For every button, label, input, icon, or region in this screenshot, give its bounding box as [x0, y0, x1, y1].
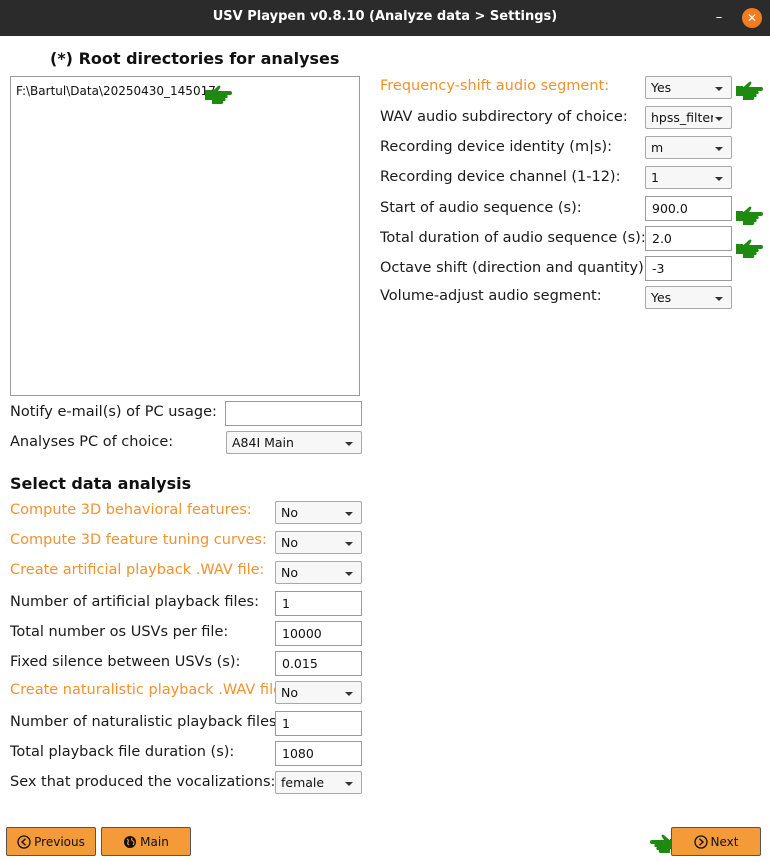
minimize-icon[interactable]: –: [713, 8, 725, 28]
chevron-down-icon: [715, 177, 723, 181]
pointing-hand-icon: [204, 84, 234, 104]
chevron-down-icon: [345, 512, 353, 516]
pointing-hand-icon: [735, 205, 765, 225]
device-channel-value: 1: [651, 170, 659, 185]
analyses-pc-label: Analyses PC of choice:: [10, 434, 174, 450]
device-identity-value: m: [651, 140, 664, 155]
chevron-down-icon: [715, 117, 723, 121]
root-directories-heading: (*) Root directories for analyses: [50, 49, 340, 68]
pointing-hand-icon: [735, 80, 765, 100]
compute-3d-tuning-value: No: [281, 535, 298, 550]
volume-adjust-value: Yes: [651, 290, 672, 305]
sex-vocalizations-select[interactable]: female: [275, 771, 362, 794]
create-naturalistic-wav-label: Create naturalistic playback .WAV file:: [10, 682, 287, 698]
wav-subdirectory-value: hpss_filtered: [651, 110, 713, 125]
fixed-silence-label: Fixed silence between USVs (s):: [10, 654, 241, 670]
total-usvs-label: Total number os USVs per file:: [10, 624, 229, 640]
octave-shift-input[interactable]: -3: [645, 256, 732, 281]
fixed-silence-input[interactable]: 0.015: [275, 651, 362, 676]
analyses-pc-value: A84I Main: [232, 435, 294, 450]
sex-vocalizations-value: female: [281, 775, 325, 790]
compute-3d-tuning-label: Compute 3D feature tuning curves:: [10, 532, 267, 548]
num-artificial-files-label: Number of artificial playback files:: [10, 594, 259, 610]
volume-adjust-select[interactable]: Yes: [645, 286, 732, 309]
chevron-down-icon: [345, 782, 353, 786]
compute-3d-tuning-select[interactable]: No: [275, 531, 362, 554]
root-directories-list[interactable]: F:\Bartul\Data\20250430_145017: [10, 76, 360, 396]
compute-3d-features-value: No: [281, 505, 298, 520]
device-identity-select[interactable]: m: [645, 136, 732, 159]
select-analysis-heading: Select data analysis: [10, 474, 192, 493]
device-channel-select[interactable]: 1: [645, 166, 732, 189]
create-artificial-wav-select[interactable]: No: [275, 561, 362, 584]
octave-shift-label: Octave shift (direction and quantity):: [380, 260, 649, 276]
num-naturalistic-files-label: Number of naturalistic playback files:: [10, 714, 282, 730]
compute-3d-features-select[interactable]: No: [275, 501, 362, 524]
pointing-hand-icon: [735, 238, 765, 258]
globe-icon: [124, 835, 137, 848]
create-artificial-wav-value: No: [281, 565, 298, 580]
window-title: USV Playpen v0.8.10 (Analyze data > Sett…: [212, 9, 558, 24]
sex-vocalizations-label: Sex that produced the vocalizations:: [10, 774, 276, 790]
notify-email-input[interactable]: [225, 401, 362, 426]
start-sequence-label: Start of audio sequence (s):: [380, 200, 582, 216]
circle-right-arrow-icon: [693, 834, 708, 849]
total-duration-label: Total duration of audio sequence (s):: [380, 230, 646, 246]
compute-3d-features-label: Compute 3D behavioral features:: [10, 502, 252, 518]
chevron-down-icon: [715, 297, 723, 301]
previous-button-label: Previous: [34, 834, 85, 849]
chevron-down-icon: [345, 442, 353, 446]
title-bar: USV Playpen v0.8.10 (Analyze data > Sett…: [0, 0, 770, 36]
wav-subdirectory-label: WAV audio subdirectory of choice:: [380, 109, 628, 125]
close-icon[interactable]: ✕: [742, 8, 762, 28]
chevron-down-icon: [345, 692, 353, 696]
num-naturalistic-files-input[interactable]: 1: [275, 711, 362, 736]
frequency-shift-label: Frequency-shift audio segment:: [380, 78, 610, 94]
create-artificial-wav-label: Create artificial playback .WAV file:: [10, 562, 265, 578]
device-channel-label: Recording device channel (1-12):: [380, 169, 621, 185]
volume-adjust-label: Volume-adjust audio segment:: [380, 288, 602, 304]
chevron-down-icon: [345, 572, 353, 576]
total-playback-duration-label: Total playback file duration (s):: [10, 744, 235, 760]
notify-email-label: Notify e-mail(s) of PC usage:: [10, 404, 217, 420]
analyses-pc-select[interactable]: A84I Main: [226, 431, 362, 454]
previous-button[interactable]: Previous: [6, 827, 96, 856]
create-naturalistic-wav-value: No: [281, 685, 298, 700]
wav-subdirectory-select[interactable]: hpss_filtered: [645, 106, 732, 129]
total-playback-duration-input[interactable]: 1080: [275, 741, 362, 766]
chevron-down-icon: [715, 87, 723, 91]
num-artificial-files-input[interactable]: 1: [275, 591, 362, 616]
circle-left-arrow-icon: [17, 834, 31, 849]
device-identity-label: Recording device identity (m|s):: [380, 139, 613, 155]
chevron-down-icon: [345, 542, 353, 546]
frequency-shift-select[interactable]: Yes: [645, 76, 732, 99]
chevron-down-icon: [715, 147, 723, 151]
total-usvs-input[interactable]: 10000: [275, 621, 362, 646]
next-button-label: Next: [710, 834, 739, 849]
main-button-label: Main: [140, 834, 169, 849]
start-sequence-input[interactable]: 900.0: [645, 196, 732, 221]
total-duration-input[interactable]: 2.0: [645, 226, 732, 251]
frequency-shift-value: Yes: [651, 80, 672, 95]
create-naturalistic-wav-select[interactable]: No: [275, 681, 362, 704]
list-item[interactable]: F:\Bartul\Data\20250430_145017: [16, 84, 216, 98]
main-button[interactable]: Main: [101, 827, 191, 856]
next-button[interactable]: Next: [671, 827, 761, 856]
